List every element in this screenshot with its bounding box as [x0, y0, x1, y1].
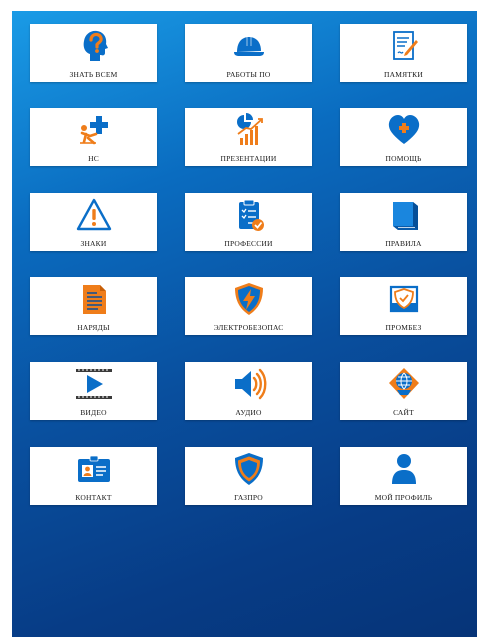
- speaker-icon: [231, 366, 267, 402]
- tile-label: ПРАВИЛА: [385, 239, 422, 248]
- tile-kontakt[interactable]: КОНТАКТ: [30, 447, 157, 505]
- tile-label: ПРЕЗЕНТАЦИИ: [220, 154, 277, 163]
- document-icon: [76, 281, 112, 317]
- tile-label: ПРОМБЕЗ: [385, 323, 422, 332]
- tile-pravila[interactable]: ПРАВИЛА: [340, 193, 467, 251]
- tile-label: ПРОФЕССИИ: [224, 239, 273, 248]
- tile-raboty-po[interactable]: РАБОТЫ ПО: [185, 24, 312, 82]
- tile-label: НС: [88, 154, 99, 163]
- tile-prezentatsii[interactable]: ПРЕЗЕНТАЦИИ: [185, 108, 312, 166]
- tile-prombez[interactable]: ПРОМБЕЗ: [340, 277, 467, 335]
- book-icon: [386, 197, 422, 233]
- head-question-icon: [76, 28, 112, 64]
- tile-label: НАРЯДЫ: [77, 323, 110, 332]
- tile-label: ЭЛЕКТРОБЕЗОПАС: [213, 323, 284, 332]
- tile-audio[interactable]: АУДИО: [185, 362, 312, 420]
- industrial-shield-icon: [386, 281, 422, 317]
- tile-label: КОНТАКТ: [75, 493, 112, 502]
- tile-label: ГАЗПРО: [234, 493, 263, 502]
- tile-label: ЗНАТЬ ВСЕМ: [69, 70, 118, 79]
- id-card-icon: [76, 451, 112, 487]
- app-screen: ЗНАТЬ ВСЕМ РАБОТЫ ПО ПАМЯТКИ НС ПРЕЗЕНТА…: [12, 11, 477, 637]
- first-aid-injury-icon: [76, 112, 112, 148]
- tile-moy-profil[interactable]: МОЙ ПРОФИЛЬ: [340, 447, 467, 505]
- hard-hat-icon: [231, 28, 267, 64]
- presentation-chart-icon: [231, 112, 267, 148]
- tile-pamyatki[interactable]: ПАМЯТКИ: [340, 24, 467, 82]
- tile-label: САЙТ: [393, 408, 414, 417]
- video-play-icon: [75, 366, 112, 402]
- tile-label: РАБОТЫ ПО: [226, 70, 271, 79]
- tile-video[interactable]: ВИДЕО: [30, 362, 157, 420]
- menu-grid: ЗНАТЬ ВСЕМ РАБОТЫ ПО ПАМЯТКИ НС ПРЕЗЕНТА…: [12, 11, 477, 637]
- tile-naryady[interactable]: НАРЯДЫ: [30, 277, 157, 335]
- tile-ns[interactable]: НС: [30, 108, 157, 166]
- warning-sign-icon: [76, 197, 112, 233]
- website-icon: [386, 366, 422, 402]
- tile-elektrobezopas[interactable]: ЭЛЕКТРОБЕЗОПАС: [185, 277, 312, 335]
- tile-znaki[interactable]: ЗНАКИ: [30, 193, 157, 251]
- lightning-shield-icon: [231, 281, 267, 317]
- tile-label: ВИДЕО: [80, 408, 107, 417]
- heart-plus-icon: [386, 112, 422, 148]
- tile-label: АУДИО: [235, 408, 262, 417]
- tile-professii[interactable]: ПРОФЕССИИ: [185, 193, 312, 251]
- tile-label: ПАМЯТКИ: [384, 70, 423, 79]
- tile-znat-vsem[interactable]: ЗНАТЬ ВСЕМ: [30, 24, 157, 82]
- tile-gazpro[interactable]: ГАЗПРО: [185, 447, 312, 505]
- tile-sayt[interactable]: САЙТ: [340, 362, 467, 420]
- memo-pen-icon: [386, 28, 422, 64]
- tile-label: ПОМОЩЬ: [385, 154, 422, 163]
- tile-label: ЗНАКИ: [80, 239, 107, 248]
- gas-shield-icon: [231, 451, 267, 487]
- user-profile-icon: [386, 451, 422, 487]
- clipboard-checklist-icon: [231, 197, 267, 233]
- tile-label: МОЙ ПРОФИЛЬ: [374, 493, 433, 502]
- tile-pomoshch[interactable]: ПОМОЩЬ: [340, 108, 467, 166]
